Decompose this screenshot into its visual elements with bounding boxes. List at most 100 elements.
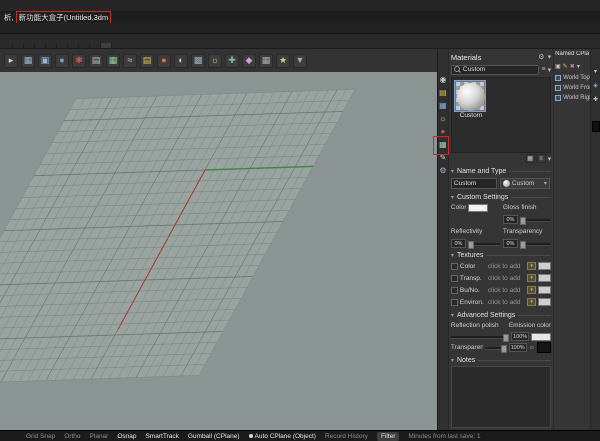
chevron-down-icon[interactable]: ▾ xyxy=(548,66,552,74)
display-mode-icon[interactable]: ▣ xyxy=(38,54,52,68)
toolbar-tab[interactable] xyxy=(68,43,79,48)
add-icon[interactable]: ✚ xyxy=(225,54,239,68)
edit-cplane-icon[interactable]: ✎ xyxy=(563,64,568,71)
dock-icon[interactable]: ◈ xyxy=(593,83,598,90)
emission-color-swatch[interactable] xyxy=(531,333,551,341)
select-icon[interactable]: ▸ xyxy=(4,54,18,68)
arrow-down-icon[interactable]: ▼ xyxy=(293,54,307,68)
cplane-item[interactable]: World Right xyxy=(555,93,589,103)
texture-checkbox[interactable] xyxy=(451,263,458,270)
statusbar-item[interactable]: Gumball (CPlane) xyxy=(188,433,240,440)
panel-menu-icon[interactable]: ▾ xyxy=(548,53,552,61)
texture-checkbox[interactable] xyxy=(451,299,458,306)
hatch-icon[interactable]: ▩ xyxy=(191,54,205,68)
statusbar-item[interactable]: Minutes from last save: 1 xyxy=(408,433,480,440)
save-cplane-icon[interactable]: ▣ xyxy=(555,64,561,71)
reflectivity-slider[interactable] xyxy=(468,240,500,248)
statusbar-item[interactable]: SmartTrack xyxy=(146,433,179,440)
toolbar-tab[interactable] xyxy=(24,43,35,48)
sun-panel-icon[interactable]: ☼ xyxy=(438,114,447,123)
texture-swatch[interactable] xyxy=(538,274,551,282)
add-tab-icon[interactable]: ✚ xyxy=(593,97,598,104)
texture-add-link[interactable]: click to add xyxy=(488,263,525,270)
material-name-field[interactable] xyxy=(451,178,497,189)
section-custom-settings[interactable]: ▾ Custom Settings xyxy=(451,192,551,202)
toolbar-tab[interactable] xyxy=(13,43,24,48)
statusbar-item[interactable]: Osnap xyxy=(117,433,136,440)
texture-options-icon[interactable]: ▾ xyxy=(527,262,536,270)
gloss-finish-slider[interactable] xyxy=(520,216,551,224)
texture-add-link[interactable]: click to add xyxy=(488,275,525,282)
viewport-layout-icon[interactable]: ▦ xyxy=(21,54,35,68)
view-options-icon[interactable]: ▾ xyxy=(548,155,552,163)
statusbar-item[interactable]: Grid Snap xyxy=(26,433,55,440)
diffuse-color-swatch[interactable] xyxy=(468,204,488,212)
statusbar-item[interactable]: Filter xyxy=(377,432,399,441)
texture-swatch[interactable] xyxy=(538,286,551,294)
star-icon[interactable]: ★ xyxy=(276,54,290,68)
delete-cplane-icon[interactable]: ✖ xyxy=(570,64,575,71)
statusbar-item[interactable]: Record History xyxy=(325,433,368,440)
perspective-viewport[interactable] xyxy=(0,72,437,430)
layers-panel-icon[interactable]: ▤ xyxy=(438,88,447,97)
texture-checkbox[interactable] xyxy=(451,287,458,294)
material-thumbnail-area[interactable]: Custom xyxy=(451,77,551,153)
advanced-transparency-slider[interactable] xyxy=(485,344,507,352)
material-name-input[interactable] xyxy=(454,180,494,187)
material-type-dropdown[interactable]: Custom ▾ xyxy=(500,178,550,189)
pin-icon[interactable]: ▾ xyxy=(594,69,597,76)
list-view-icon[interactable]: ≡ xyxy=(541,66,545,73)
texture-swatch[interactable] xyxy=(538,262,551,270)
cancel-icon[interactable]: ✱ xyxy=(72,54,86,68)
reflection-polish-slider[interactable] xyxy=(451,333,509,341)
advanced-transparency-value[interactable]: 100% xyxy=(509,343,527,352)
notes-panel-icon[interactable]: ✎ xyxy=(438,153,447,162)
cplane-item[interactable]: World Top xyxy=(555,73,589,83)
display-panel-icon[interactable]: ▦ xyxy=(438,101,447,110)
grid-icon[interactable]: ▦ xyxy=(259,54,273,68)
gem-icon[interactable]: ◆ xyxy=(242,54,256,68)
reflection-polish-value[interactable]: 100% xyxy=(511,332,529,341)
settings-panel-icon[interactable]: ⚙ xyxy=(438,166,447,175)
toolbar-tab[interactable] xyxy=(90,43,101,48)
material-thumbnail[interactable]: Custom xyxy=(455,81,487,119)
texture-checkbox[interactable] xyxy=(451,275,458,282)
light-icon[interactable]: ☼ xyxy=(208,54,222,68)
toolbar-tab[interactable] xyxy=(79,43,90,48)
curve-icon[interactable]: ≈ xyxy=(123,54,137,68)
texture-swatch[interactable] xyxy=(538,298,551,306)
options-icon[interactable]: ▾ xyxy=(577,64,580,71)
transparency-slider[interactable] xyxy=(520,240,551,248)
toolbar-tab[interactable] xyxy=(35,43,46,48)
toolbar-tab[interactable] xyxy=(46,43,57,48)
section-advanced-settings[interactable]: ▾ Advanced Settings xyxy=(451,310,551,320)
texture-options-icon[interactable]: ▾ xyxy=(527,274,536,282)
open-folder-icon[interactable]: ▤ xyxy=(140,54,154,68)
preview-swatch[interactable] xyxy=(537,342,551,353)
notes-textarea[interactable] xyxy=(451,366,551,428)
material-search-box[interactable] xyxy=(451,65,540,75)
transparency-value[interactable]: 0% xyxy=(503,239,518,248)
color-well-icon[interactable] xyxy=(592,121,600,132)
statusbar-item[interactable]: Auto CPlane (Object) xyxy=(249,433,316,440)
section-textures[interactable]: ▾ Textures xyxy=(451,250,551,260)
cplane-item[interactable]: World Front xyxy=(555,83,589,93)
material-search-input[interactable] xyxy=(463,66,537,73)
reflectivity-value[interactable]: 0% xyxy=(451,239,466,248)
grid-view-icon[interactable]: ▦ xyxy=(526,154,535,163)
detail-view-icon[interactable]: ≡ xyxy=(537,154,546,163)
section-name-and-type[interactable]: ▾ Name and Type xyxy=(451,166,551,176)
cplane-icon[interactable]: ▤ xyxy=(89,54,103,68)
texture-add-link[interactable]: click to add xyxy=(488,287,525,294)
gear-icon[interactable]: ⚙ xyxy=(538,53,544,61)
statusbar-item[interactable]: Ortho xyxy=(64,433,80,440)
section-notes[interactable]: ▾ Notes xyxy=(451,355,551,365)
toolbar-tab[interactable] xyxy=(57,43,68,48)
command-prompt[interactable] xyxy=(0,23,600,34)
texture-options-icon[interactable]: ▾ xyxy=(527,298,536,306)
light-bulb-icon[interactable]: ☼ xyxy=(529,344,535,351)
sphere-icon[interactable]: ● xyxy=(55,54,69,68)
toolbar-tab[interactable] xyxy=(2,43,13,48)
material-icon[interactable]: ◐ xyxy=(174,54,188,68)
materials-panel-icon[interactable]: ● xyxy=(438,127,447,136)
